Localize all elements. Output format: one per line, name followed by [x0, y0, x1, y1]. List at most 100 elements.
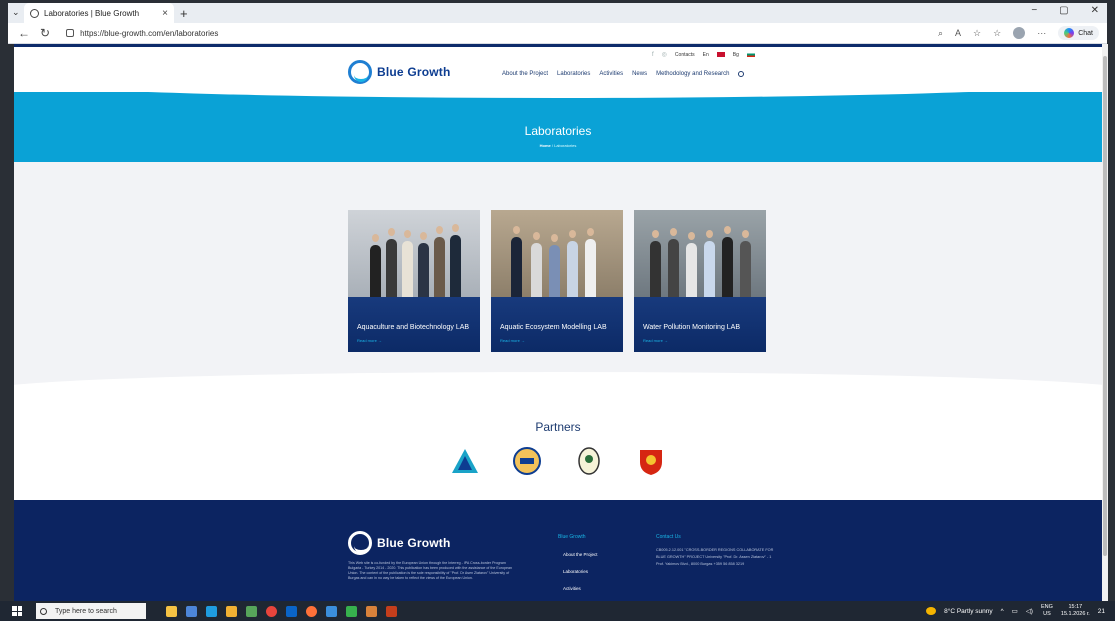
footer-link-laboratories[interactable]: Laboratories	[563, 569, 588, 574]
breadcrumb-current: Laboratories	[554, 143, 577, 148]
page-viewport: Blue Growth f ◎ Contacts En Bg About the…	[14, 44, 1102, 601]
weather-text[interactable]: 8°C Partly sunny	[944, 608, 992, 615]
partner-logo-shield[interactable]	[636, 446, 666, 476]
outlook-icon[interactable]	[286, 605, 297, 617]
minimize-icon[interactable]: −	[1031, 5, 1037, 16]
volume-icon[interactable]: ◁)	[1026, 607, 1033, 615]
lab-photo	[634, 210, 766, 297]
uk-flag-icon[interactable]	[716, 52, 725, 57]
breadcrumb-home[interactable]: Home	[540, 143, 551, 148]
logo-mark-icon	[348, 531, 372, 555]
close-tab-icon[interactable]: ×	[162, 8, 168, 19]
copilot-icon	[1064, 28, 1075, 38]
footer-link-activities[interactable]: Activities	[563, 586, 581, 591]
favorite-icon[interactable]: ☆	[973, 28, 981, 39]
notifications-badge[interactable]: 21	[1098, 608, 1105, 615]
page-scrollbar[interactable]	[1102, 44, 1108, 601]
file-explorer-icon[interactable]	[226, 605, 237, 617]
taskbar-search[interactable]: Type here to search	[36, 603, 146, 619]
lab-photo	[348, 210, 480, 297]
firefox-icon[interactable]	[306, 605, 317, 617]
home-app-icon[interactable]	[346, 605, 357, 617]
taskbar: Type here to search 8°C Partly sunny ^ ▭…	[0, 601, 1115, 621]
scroll-thumb[interactable]	[1103, 56, 1107, 556]
instagram-icon[interactable]: ◎	[662, 51, 667, 58]
start-button-icon[interactable]	[12, 606, 22, 616]
nav-methodology[interactable]: Methodology and Research	[656, 71, 729, 77]
lab-card-pollution[interactable]: Water Pollution Monitoring LAB Read more…	[634, 210, 766, 352]
collections-icon[interactable]: ☆	[993, 28, 1001, 39]
grid-app-icon[interactable]	[366, 605, 377, 617]
back-icon[interactable]: ←	[18, 26, 30, 40]
partners-title: Partners	[535, 420, 581, 434]
new-tab-button[interactable]: +	[180, 6, 188, 21]
app-icon[interactable]	[326, 605, 337, 617]
read-more-link[interactable]: Read more →	[643, 338, 668, 343]
widgets-icon[interactable]	[166, 605, 177, 617]
screen: ⌄ Laboratories | Blue Growth × + − ▢ ✕ ←…	[0, 0, 1115, 621]
read-aloud-icon[interactable]: A	[955, 28, 961, 38]
search-icon[interactable]	[738, 71, 745, 77]
edge-icon[interactable]	[206, 605, 217, 617]
nav-about[interactable]: About the Project	[502, 71, 548, 77]
url-text: https://blue-growth.com/en/laboratories	[80, 28, 219, 38]
more-icon[interactable]: ···	[1037, 28, 1046, 38]
lab-card-aquaculture[interactable]: Aquaculture and Biotechnology LAB Read m…	[348, 210, 480, 352]
nav-activities[interactable]: Activities	[599, 71, 623, 77]
footer-contact: CB005.2.12.001 "CROSS-BORDER REGIONS COL…	[656, 548, 774, 566]
clock[interactable]: 15:17 15.1.2026 г.	[1061, 604, 1090, 618]
copilot-chat-button[interactable]: Chat	[1058, 26, 1099, 40]
store-icon[interactable]	[246, 605, 257, 617]
footer-contact-title: Contact Us	[656, 534, 681, 540]
contacts-link[interactable]: Contacts	[675, 52, 695, 58]
card-title: Aquaculture and Biotechnology LAB	[357, 324, 470, 331]
tray-chevron-icon[interactable]: ^	[1001, 608, 1004, 615]
search-icon	[40, 607, 47, 615]
browser-tab[interactable]: Laboratories | Blue Growth ×	[24, 3, 174, 23]
nav-news[interactable]: News	[632, 71, 647, 77]
nav-laboratories[interactable]: Laboratories	[557, 71, 590, 77]
main-nav: About the Project Laboratories Activitie…	[502, 71, 745, 77]
site-logo[interactable]: Blue Growth	[348, 60, 451, 84]
network-icon[interactable]: ▭	[1012, 607, 1018, 615]
weather-icon	[926, 607, 937, 615]
system-tray: 8°C Partly sunny ^ ▭ ◁) ENG US 15:17 15.1.…	[926, 604, 1115, 618]
tab-actions-icon[interactable]: ⌄	[12, 7, 20, 18]
restore-icon[interactable]: ▢	[1059, 5, 1068, 16]
partner-logo-institute[interactable]	[574, 446, 604, 476]
footer-link-about[interactable]: About the Project	[563, 552, 598, 557]
footer-logo-text: Blue Growth	[377, 536, 451, 550]
hero-top-curve	[14, 84, 1102, 104]
window-controls: − ▢ ✕	[1031, 5, 1099, 16]
pinned-apps	[166, 605, 397, 617]
footer-logo[interactable]: Blue Growth	[348, 531, 451, 555]
profile-avatar[interactable]	[1013, 27, 1026, 39]
zoom-icon[interactable]: ⌕	[938, 28, 943, 39]
bg-flag-icon[interactable]	[746, 52, 755, 57]
powerpoint-icon[interactable]	[386, 605, 397, 617]
utility-bar: f ◎ Contacts En Bg	[652, 51, 755, 58]
card-title: Water Pollution Monitoring LAB	[643, 324, 741, 331]
close-window-icon[interactable]: ✕	[1091, 5, 1099, 16]
refresh-icon[interactable]: ↻	[40, 26, 50, 40]
page-title: Laboratories	[524, 124, 592, 138]
lang-bg-link[interactable]: Bg	[733, 52, 739, 58]
lang-en-link[interactable]: En	[703, 52, 709, 58]
read-more-link[interactable]: Read more →	[500, 338, 525, 343]
tab-bar: ⌄ Laboratories | Blue Growth × + − ▢ ✕	[8, 3, 1107, 23]
tab-title: Laboratories | Blue Growth	[44, 8, 140, 18]
language-indicator[interactable]: ENG US	[1041, 604, 1053, 618]
lab-card-modelling[interactable]: Aquatic Ecosystem Modelling LAB Read mor…	[491, 210, 623, 352]
partner-logos	[450, 446, 666, 476]
lab-cards: Aquaculture and Biotechnology LAB Read m…	[348, 210, 766, 352]
partner-logo-triangle[interactable]	[450, 446, 480, 476]
footer-col-title: Blue Growth	[558, 534, 586, 540]
partner-logo-university[interactable]	[512, 446, 542, 476]
breadcrumb: Home / Laboratories	[539, 143, 577, 148]
facebook-icon[interactable]: f	[652, 52, 654, 58]
read-more-link[interactable]: Read more →	[357, 338, 382, 343]
url-field[interactable]: https://blue-growth.com/en/laboratories	[66, 29, 218, 38]
footer-disclaimer: This Web site is co-funded by the Europe…	[348, 561, 512, 580]
task-view-icon[interactable]	[186, 605, 197, 617]
chrome-icon[interactable]	[266, 605, 277, 617]
